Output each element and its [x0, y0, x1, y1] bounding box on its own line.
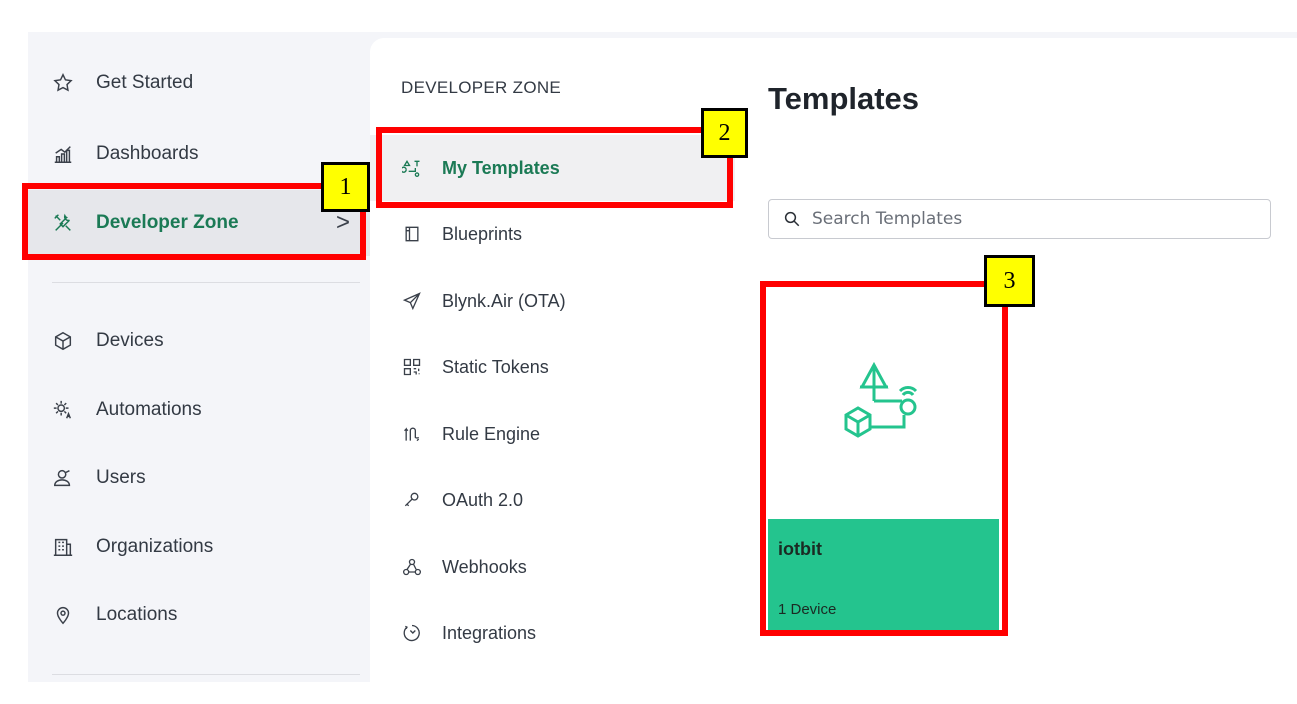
sidebar-item-devices[interactable]: Devices [28, 308, 370, 374]
dz-item-label: Webhooks [442, 556, 527, 577]
dz-item-label: Static Tokens [442, 356, 549, 377]
qr-code-icon [399, 354, 425, 380]
dz-item-webhooks[interactable]: Webhooks [370, 534, 735, 600]
sidebar-item-organizations[interactable]: Organizations [28, 514, 370, 580]
sidebar-divider [52, 282, 360, 283]
sidebar-item-label: Locations [96, 604, 178, 625]
search-box[interactable] [768, 199, 1271, 239]
dz-item-blynk-air[interactable]: Blynk.Air (OTA) [370, 268, 735, 334]
dz-item-rule-engine[interactable]: Rule Engine [370, 401, 735, 467]
dz-item-label: OAuth 2.0 [442, 489, 524, 510]
highlight-box-2 [376, 127, 733, 208]
sidebar-item-label: Get Started [96, 72, 194, 93]
highlight-box-1 [22, 183, 366, 260]
sidebar-item-users[interactable]: Users [28, 445, 370, 511]
location-pin-icon [50, 602, 76, 628]
dz-item-oauth[interactable]: OAuth 2.0 [370, 467, 735, 533]
users-icon [50, 465, 76, 491]
sidebar-item-locations[interactable]: Locations [28, 582, 370, 648]
building-icon [50, 534, 76, 560]
search-icon [784, 211, 800, 227]
sidebar-item-dashboards[interactable]: Dashboards [28, 121, 370, 187]
dz-item-label: Blueprints [442, 223, 523, 244]
annotation-tag-3: 3 [984, 255, 1035, 307]
page-title: Templates [768, 81, 920, 116]
dz-item-static-tokens[interactable]: Static Tokens [370, 334, 735, 400]
sidebar-item-label: Devices [96, 330, 164, 351]
webhook-icon [399, 554, 425, 580]
sidebar-divider [52, 674, 360, 675]
dz-item-integrations[interactable]: Integrations [370, 600, 735, 666]
sun-automation-icon [50, 397, 76, 423]
star-icon [50, 70, 76, 96]
annotation-tag-1: 1 [321, 162, 370, 212]
key-icon [399, 487, 425, 513]
dz-item-blueprints[interactable]: Blueprints [370, 201, 735, 267]
sidebar-item-label: Automations [96, 399, 202, 420]
main-sidebar: Get Started Dashboards Developer Zone > … [28, 32, 370, 682]
dz-item-label: Blynk.Air (OTA) [442, 290, 566, 311]
highlight-box-3 [760, 281, 1008, 636]
paper-plane-icon [399, 288, 425, 314]
sidebar-item-automations[interactable]: Automations [28, 377, 370, 443]
integrations-icon [399, 620, 425, 646]
search-input[interactable] [810, 208, 1254, 230]
dz-item-label: Rule Engine [442, 423, 541, 444]
dz-item-label: Integrations [442, 622, 537, 643]
annotation-tag-2: 2 [701, 108, 748, 158]
rule-engine-icon [399, 421, 425, 447]
sidebar-item-label: Organizations [96, 536, 214, 557]
book-icon [399, 221, 425, 247]
cube-icon [50, 328, 76, 354]
developer-zone-heading: DEVELOPER ZONE [401, 78, 562, 97]
sidebar-item-label: Dashboards [96, 143, 199, 164]
sidebar-item-get-started[interactable]: Get Started [28, 50, 370, 116]
sidebar-item-label: Users [96, 467, 146, 488]
bar-chart-icon [50, 141, 76, 167]
